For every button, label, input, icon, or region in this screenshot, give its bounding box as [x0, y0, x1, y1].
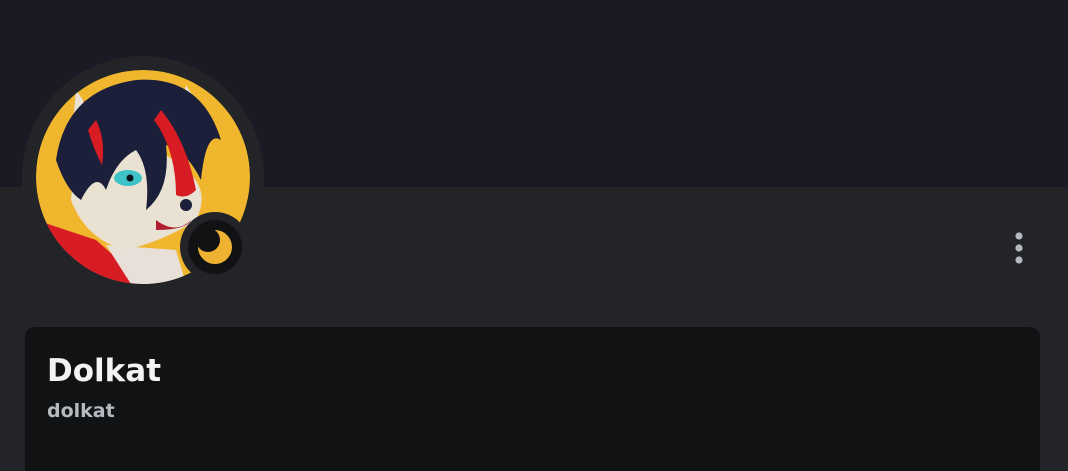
username: dolkat	[47, 400, 115, 422]
display-name: Dolkat	[47, 353, 162, 389]
crescent-moon-icon	[196, 228, 232, 264]
profile-info-card: Dolkat dolkat	[25, 327, 1040, 471]
more-options-button[interactable]	[1002, 228, 1036, 268]
more-vertical-icon	[1015, 232, 1023, 264]
status-indicator	[188, 220, 242, 274]
